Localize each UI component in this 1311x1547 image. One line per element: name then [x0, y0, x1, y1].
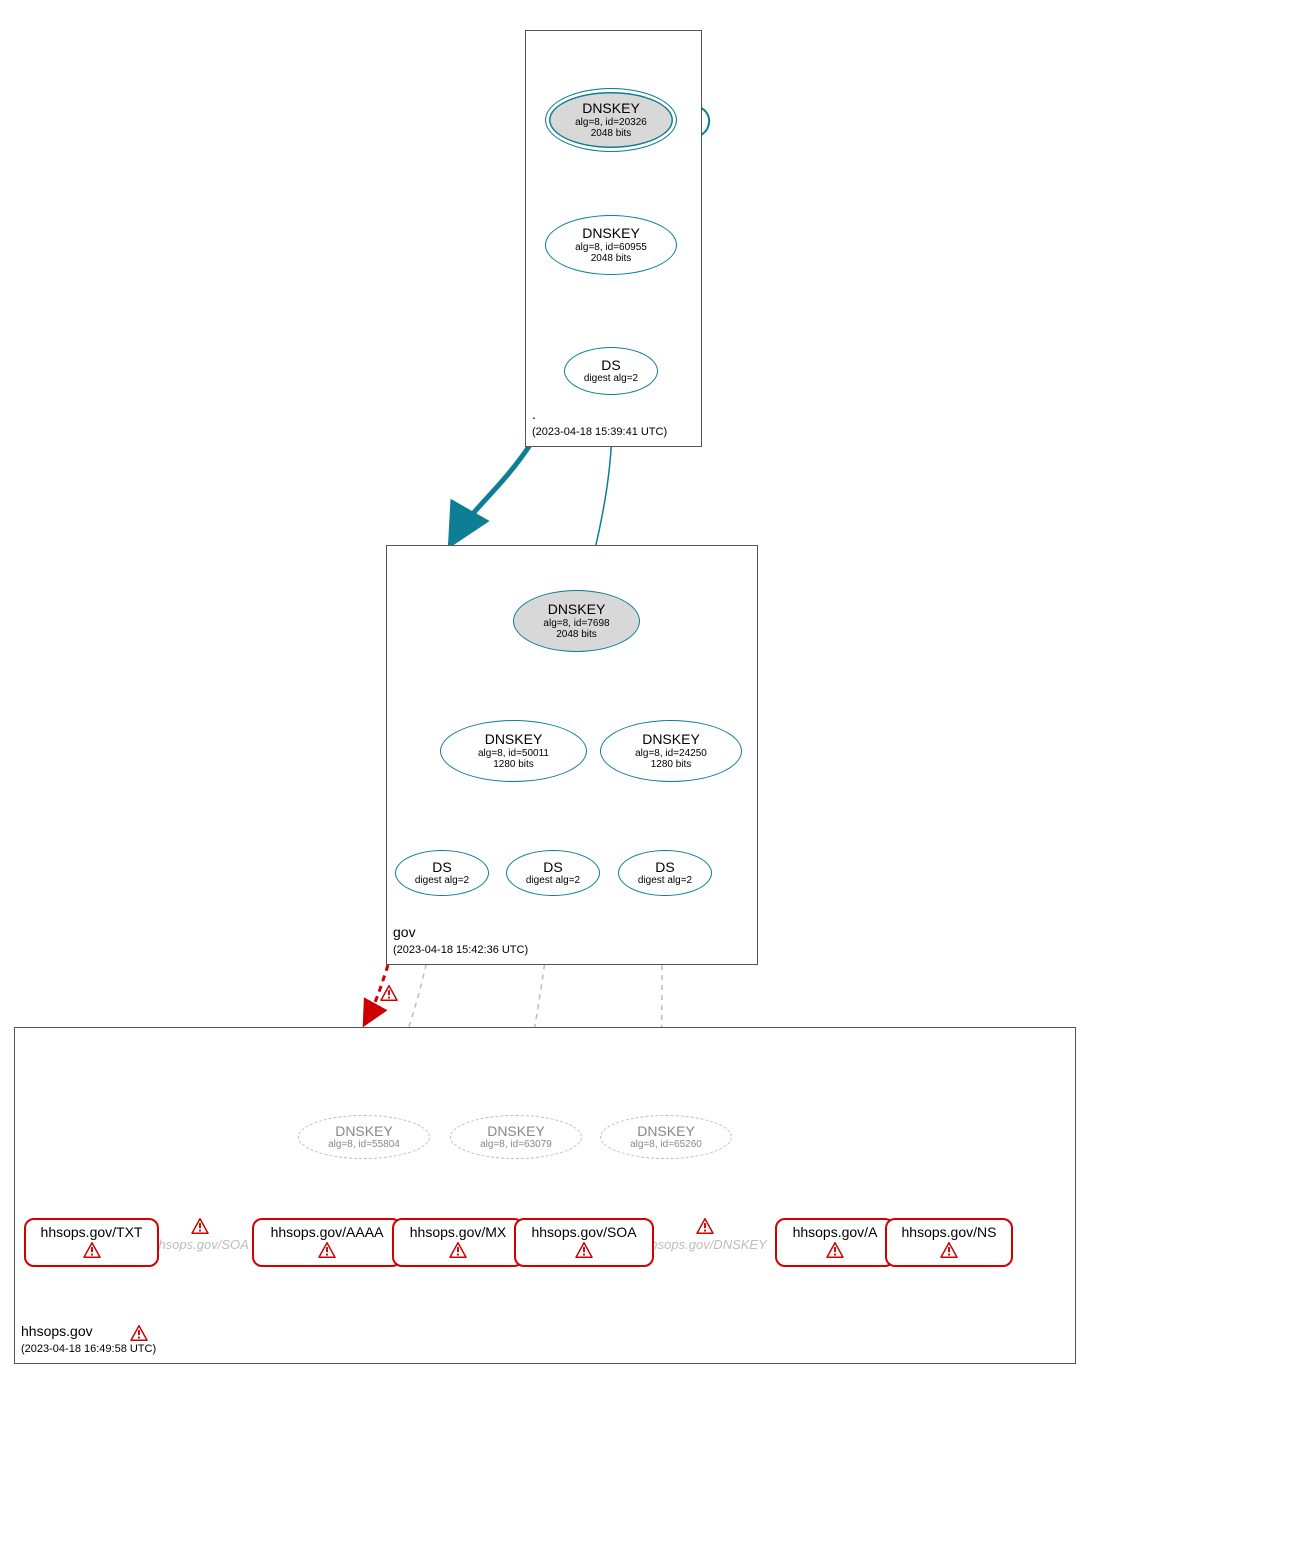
warning-icon: [130, 1325, 148, 1341]
warning-icon: [191, 1218, 209, 1234]
hhsops-dnskey-placeholder-1[interactable]: DNSKEY alg=8, id=55804: [298, 1115, 430, 1159]
node-title: DS: [432, 859, 451, 875]
node-title: DNSKEY: [335, 1123, 393, 1139]
rrset-mx[interactable]: hhsops.gov/MX: [392, 1218, 524, 1267]
node-sub: alg=8, id=63079: [480, 1139, 552, 1151]
zone-gov-name: gov: [393, 924, 416, 940]
node-sub: alg=8, id=65260: [630, 1139, 702, 1151]
warning-icon: [380, 985, 398, 1001]
root-dnskey-zsk[interactable]: DNSKEY alg=8, id=60955 2048 bits: [545, 215, 677, 275]
node-title: DNSKEY: [548, 601, 606, 617]
gov-dnskey-zsk2[interactable]: DNSKEY alg=8, id=24250 1280 bits: [600, 720, 742, 782]
node-title: DS: [601, 357, 620, 373]
node-title: DNSKEY: [485, 731, 543, 747]
rrset-ns[interactable]: hhsops.gov/NS: [885, 1218, 1013, 1267]
node-sub: digest alg=2: [584, 373, 638, 385]
zone-hhsops-name: hhsops.gov: [21, 1323, 93, 1339]
zone-hhsops: hhsops.gov (2023-04-18 16:49:58 UTC): [14, 1027, 1076, 1364]
node-sub: 1280 bits: [651, 759, 692, 771]
zone-root-timestamp: (2023-04-18 15:39:41 UTC): [532, 426, 667, 438]
gov-ds-2[interactable]: DS digest alg=2: [506, 850, 600, 896]
warning-icon: [696, 1218, 714, 1234]
hhsops-dnskey-placeholder-2[interactable]: DNSKEY alg=8, id=63079: [450, 1115, 582, 1159]
ghost-rrset-soa: hhsops.gov/SOA: [150, 1218, 250, 1252]
gov-ds-1[interactable]: DS digest alg=2: [395, 850, 489, 896]
rrset-label: hhsops.gov/AAAA: [271, 1224, 384, 1240]
node-title: DNSKEY: [487, 1123, 545, 1139]
node-title: DS: [655, 859, 674, 875]
node-sub: alg=8, id=55804: [328, 1139, 400, 1151]
rrset-label: hhsops.gov/NS: [902, 1224, 997, 1240]
warning-icon: [83, 1242, 101, 1258]
node-title: DNSKEY: [582, 225, 640, 241]
root-dnskey-ksk[interactable]: DNSKEY alg=8, id=20326 2048 bits: [545, 88, 677, 152]
rrset-label: hhsops.gov/TXT: [41, 1224, 143, 1240]
ghost-label: hhsops.gov/SOA: [151, 1237, 249, 1252]
gov-dnskey-zsk1[interactable]: DNSKEY alg=8, id=50011 1280 bits: [440, 720, 587, 782]
warning-icon: [575, 1242, 593, 1258]
warning-icon: [449, 1242, 467, 1258]
warning-icon: [940, 1242, 958, 1258]
rrset-soa[interactable]: hhsops.gov/SOA: [514, 1218, 654, 1267]
hhsops-dnskey-placeholder-3[interactable]: DNSKEY alg=8, id=65260: [600, 1115, 732, 1159]
ghost-rrset-dnskey: hhsops.gov/DNSKEY: [640, 1218, 770, 1252]
node-sub: digest alg=2: [526, 875, 580, 887]
rrset-a[interactable]: hhsops.gov/A: [775, 1218, 895, 1267]
node-sub: 2048 bits: [591, 128, 632, 140]
node-sub: 2048 bits: [556, 629, 597, 641]
node-title: DNSKEY: [582, 100, 640, 116]
zone-hhsops-timestamp: (2023-04-18 16:49:58 UTC): [21, 1343, 156, 1355]
rrset-aaaa[interactable]: hhsops.gov/AAAA: [252, 1218, 402, 1267]
zone-root-name: .: [532, 406, 536, 422]
warning-icon: [826, 1242, 844, 1258]
node-sub: alg=8, id=24250: [635, 748, 707, 760]
node-sub: alg=8, id=50011: [478, 748, 549, 760]
ghost-label: hhsops.gov/DNSKEY: [643, 1237, 767, 1252]
node-sub: 2048 bits: [591, 253, 632, 265]
node-title: DNSKEY: [637, 1123, 695, 1139]
node-sub: 1280 bits: [493, 759, 534, 771]
gov-dnskey-ksk[interactable]: DNSKEY alg=8, id=7698 2048 bits: [513, 590, 640, 652]
rrset-label: hhsops.gov/A: [793, 1224, 878, 1240]
rrset-label: hhsops.gov/SOA: [531, 1224, 636, 1240]
node-title: DS: [543, 859, 562, 875]
node-title: DNSKEY: [642, 731, 700, 747]
rrset-txt[interactable]: hhsops.gov/TXT: [24, 1218, 159, 1267]
node-sub: alg=8, id=20326: [575, 117, 647, 129]
node-sub: digest alg=2: [415, 875, 469, 887]
node-sub: alg=8, id=7698: [543, 618, 609, 630]
rrset-label: hhsops.gov/MX: [410, 1224, 507, 1240]
zone-gov-timestamp: (2023-04-18 15:42:36 UTC): [393, 944, 528, 956]
node-sub: alg=8, id=60955: [575, 242, 647, 254]
gov-ds-3[interactable]: DS digest alg=2: [618, 850, 712, 896]
root-ds[interactable]: DS digest alg=2: [564, 347, 658, 395]
node-sub: digest alg=2: [638, 875, 692, 887]
warning-icon: [318, 1242, 336, 1258]
